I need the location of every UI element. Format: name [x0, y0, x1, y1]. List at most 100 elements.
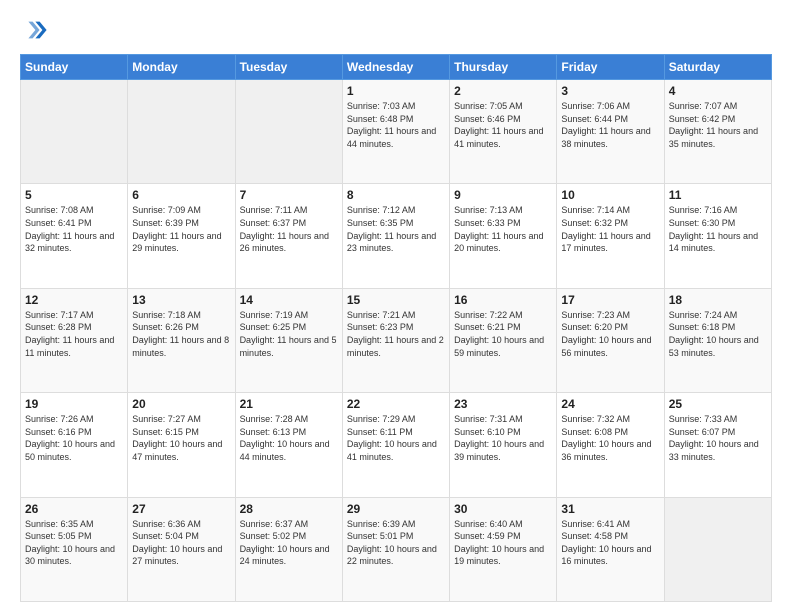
day-info: Sunrise: 7:23 AM Sunset: 6:20 PM Dayligh…	[561, 309, 659, 359]
day-number: 9	[454, 188, 552, 202]
day-number: 19	[25, 397, 123, 411]
day-number: 1	[347, 84, 445, 98]
page: SundayMondayTuesdayWednesdayThursdayFrid…	[0, 0, 792, 612]
logo-icon	[20, 16, 48, 44]
day-number: 14	[240, 293, 338, 307]
day-info: Sunrise: 7:31 AM Sunset: 6:10 PM Dayligh…	[454, 413, 552, 463]
calendar-cell: 23 Sunrise: 7:31 AM Sunset: 6:10 PM Dayli…	[450, 393, 557, 497]
day-number: 15	[347, 293, 445, 307]
day-info: Sunrise: 7:12 AM Sunset: 6:35 PM Dayligh…	[347, 204, 445, 254]
calendar-cell	[235, 80, 342, 184]
calendar-cell: 18 Sunrise: 7:24 AM Sunset: 6:18 PM Dayli…	[664, 288, 771, 392]
calendar-cell: 7 Sunrise: 7:11 AM Sunset: 6:37 PM Daylig…	[235, 184, 342, 288]
calendar-cell: 29 Sunrise: 6:39 AM Sunset: 5:01 PM Dayli…	[342, 497, 449, 601]
day-number: 20	[132, 397, 230, 411]
header	[20, 16, 772, 44]
calendar-cell: 27 Sunrise: 6:36 AM Sunset: 5:04 PM Dayli…	[128, 497, 235, 601]
day-info: Sunrise: 7:18 AM Sunset: 6:26 PM Dayligh…	[132, 309, 230, 359]
day-info: Sunrise: 7:03 AM Sunset: 6:48 PM Dayligh…	[347, 100, 445, 150]
calendar-cell: 1 Sunrise: 7:03 AM Sunset: 6:48 PM Daylig…	[342, 80, 449, 184]
col-header-friday: Friday	[557, 55, 664, 80]
calendar-cell: 15 Sunrise: 7:21 AM Sunset: 6:23 PM Dayli…	[342, 288, 449, 392]
day-number: 31	[561, 502, 659, 516]
calendar-cell	[21, 80, 128, 184]
day-info: Sunrise: 6:36 AM Sunset: 5:04 PM Dayligh…	[132, 518, 230, 568]
calendar-cell: 9Sunrise: 7:13 AM Sunset: 6:33 PM Daylig…	[450, 184, 557, 288]
day-info: Sunrise: 7:24 AM Sunset: 6:18 PM Dayligh…	[669, 309, 767, 359]
day-number: 12	[25, 293, 123, 307]
day-info: Sunrise: 6:39 AM Sunset: 5:01 PM Dayligh…	[347, 518, 445, 568]
day-info: Sunrise: 7:07 AM Sunset: 6:42 PM Dayligh…	[669, 100, 767, 150]
calendar-cell	[664, 497, 771, 601]
col-header-thursday: Thursday	[450, 55, 557, 80]
day-info: Sunrise: 7:17 AM Sunset: 6:28 PM Dayligh…	[25, 309, 123, 359]
day-info: Sunrise: 7:32 AM Sunset: 6:08 PM Dayligh…	[561, 413, 659, 463]
col-header-tuesday: Tuesday	[235, 55, 342, 80]
day-info: Sunrise: 7:29 AM Sunset: 6:11 PM Dayligh…	[347, 413, 445, 463]
day-number: 29	[347, 502, 445, 516]
day-info: Sunrise: 7:28 AM Sunset: 6:13 PM Dayligh…	[240, 413, 338, 463]
day-info: Sunrise: 7:08 AM Sunset: 6:41 PM Dayligh…	[25, 204, 123, 254]
day-info: Sunrise: 7:27 AM Sunset: 6:15 PM Dayligh…	[132, 413, 230, 463]
calendar-cell: 31 Sunrise: 6:41 AM Sunset: 4:58 PM Dayli…	[557, 497, 664, 601]
day-info: Sunrise: 6:37 AM Sunset: 5:02 PM Dayligh…	[240, 518, 338, 568]
day-number: 13	[132, 293, 230, 307]
calendar-cell: 2 Sunrise: 7:05 AM Sunset: 6:46 PM Daylig…	[450, 80, 557, 184]
day-info: Sunrise: 6:40 AM Sunset: 4:59 PM Dayligh…	[454, 518, 552, 568]
calendar-cell: 20 Sunrise: 7:27 AM Sunset: 6:15 PM Dayli…	[128, 393, 235, 497]
calendar-table: SundayMondayTuesdayWednesdayThursdayFrid…	[20, 54, 772, 602]
day-info: Sunrise: 7:14 AM Sunset: 6:32 PM Dayligh…	[561, 204, 659, 254]
calendar-cell: 17 Sunrise: 7:23 AM Sunset: 6:20 PM Dayli…	[557, 288, 664, 392]
calendar-cell: 12 Sunrise: 7:17 AM Sunset: 6:28 PM Dayli…	[21, 288, 128, 392]
day-number: 25	[669, 397, 767, 411]
calendar-cell: 14Sunrise: 7:19 AM Sunset: 6:25 PM Dayli…	[235, 288, 342, 392]
col-header-monday: Monday	[128, 55, 235, 80]
day-info: Sunrise: 7:11 AM Sunset: 6:37 PM Dayligh…	[240, 204, 338, 254]
calendar-cell: 8 Sunrise: 7:12 AM Sunset: 6:35 PM Daylig…	[342, 184, 449, 288]
day-number: 24	[561, 397, 659, 411]
day-number: 2	[454, 84, 552, 98]
day-number: 18	[669, 293, 767, 307]
day-number: 5	[25, 188, 123, 202]
day-number: 16	[454, 293, 552, 307]
day-info: Sunrise: 6:41 AM Sunset: 4:58 PM Dayligh…	[561, 518, 659, 568]
day-number: 28	[240, 502, 338, 516]
calendar-cell: 28 Sunrise: 6:37 AM Sunset: 5:02 PM Dayli…	[235, 497, 342, 601]
day-info: Sunrise: 7:05 AM Sunset: 6:46 PM Dayligh…	[454, 100, 552, 150]
day-number: 27	[132, 502, 230, 516]
day-number: 23	[454, 397, 552, 411]
day-info: Sunrise: 7:09 AM Sunset: 6:39 PM Dayligh…	[132, 204, 230, 254]
day-number: 3	[561, 84, 659, 98]
day-info: Sunrise: 7:33 AM Sunset: 6:07 PM Dayligh…	[669, 413, 767, 463]
calendar-cell: 16 Sunrise: 7:22 AM Sunset: 6:21 PM Dayli…	[450, 288, 557, 392]
calendar-cell: 21Sunrise: 7:28 AM Sunset: 6:13 PM Dayli…	[235, 393, 342, 497]
calendar-cell	[128, 80, 235, 184]
day-number: 6	[132, 188, 230, 202]
calendar-week-1: 1 Sunrise: 7:03 AM Sunset: 6:48 PM Daylig…	[21, 80, 772, 184]
calendar-cell: 26 Sunrise: 6:35 AM Sunset: 5:05 PM Dayli…	[21, 497, 128, 601]
day-number: 4	[669, 84, 767, 98]
day-number: 8	[347, 188, 445, 202]
calendar-cell: 24 Sunrise: 7:32 AM Sunset: 6:08 PM Dayli…	[557, 393, 664, 497]
logo	[20, 16, 52, 44]
day-number: 7	[240, 188, 338, 202]
calendar-week-3: 12 Sunrise: 7:17 AM Sunset: 6:28 PM Dayli…	[21, 288, 772, 392]
calendar-cell: 22 Sunrise: 7:29 AM Sunset: 6:11 PM Dayli…	[342, 393, 449, 497]
calendar-cell: 3Sunrise: 7:06 AM Sunset: 6:44 PM Daylig…	[557, 80, 664, 184]
calendar-cell: 5 Sunrise: 7:08 AM Sunset: 6:41 PM Daylig…	[21, 184, 128, 288]
day-info: Sunrise: 7:21 AM Sunset: 6:23 PM Dayligh…	[347, 309, 445, 359]
day-number: 10	[561, 188, 659, 202]
calendar-cell: 10 Sunrise: 7:14 AM Sunset: 6:32 PM Dayli…	[557, 184, 664, 288]
day-number: 30	[454, 502, 552, 516]
day-number: 26	[25, 502, 123, 516]
calendar-cell: 19Sunrise: 7:26 AM Sunset: 6:16 PM Dayli…	[21, 393, 128, 497]
day-info: Sunrise: 7:22 AM Sunset: 6:21 PM Dayligh…	[454, 309, 552, 359]
day-info: Sunrise: 6:35 AM Sunset: 5:05 PM Dayligh…	[25, 518, 123, 568]
calendar-cell: 13 Sunrise: 7:18 AM Sunset: 6:26 PM Dayli…	[128, 288, 235, 392]
day-number: 22	[347, 397, 445, 411]
calendar-cell: 6 Sunrise: 7:09 AM Sunset: 6:39 PM Daylig…	[128, 184, 235, 288]
col-header-wednesday: Wednesday	[342, 55, 449, 80]
calendar-week-2: 5 Sunrise: 7:08 AM Sunset: 6:41 PM Daylig…	[21, 184, 772, 288]
calendar-week-4: 19Sunrise: 7:26 AM Sunset: 6:16 PM Dayli…	[21, 393, 772, 497]
day-number: 17	[561, 293, 659, 307]
